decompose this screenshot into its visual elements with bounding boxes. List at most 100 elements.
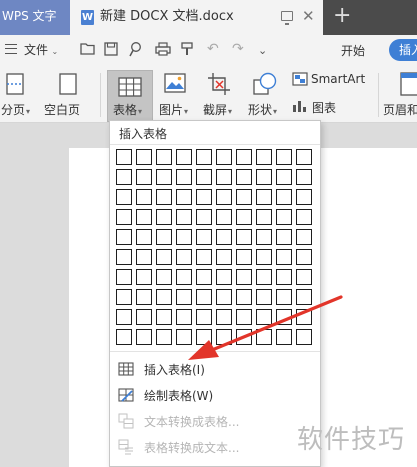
table-grid-cell[interactable] — [216, 189, 232, 205]
table-grid-cell[interactable] — [276, 329, 292, 345]
screenshot-button[interactable]: 截屏▾ — [201, 65, 247, 123]
tab-document[interactable]: W 新建 DOCX 文档.docx ✕ — [70, 0, 323, 35]
table-grid-cell[interactable] — [136, 249, 152, 265]
table-grid-cell[interactable] — [196, 209, 212, 225]
table-grid-cell[interactable] — [236, 229, 252, 245]
customize-toolbar-icon[interactable]: ⌄ — [258, 42, 267, 59]
table-grid-cell[interactable] — [236, 269, 252, 285]
table-grid-cell[interactable] — [256, 329, 272, 345]
table-grid-cell[interactable] — [136, 209, 152, 225]
table-grid-cell[interactable] — [136, 309, 152, 325]
table-grid-cell[interactable] — [296, 149, 312, 165]
table-grid-cell[interactable] — [116, 309, 132, 325]
smartart-button[interactable]: SmartArt — [290, 70, 370, 90]
file-menu[interactable]: 文件 ⌄ — [24, 41, 58, 58]
table-grid-cell[interactable] — [296, 169, 312, 185]
table-grid-cell[interactable] — [256, 249, 272, 265]
table-grid-cell[interactable] — [276, 229, 292, 245]
table-grid-cell[interactable] — [256, 289, 272, 305]
table-size-grid[interactable] — [116, 149, 318, 346]
open-folder-icon[interactable] — [80, 42, 96, 56]
table-grid-cell[interactable] — [296, 309, 312, 325]
table-grid-cell[interactable] — [116, 189, 132, 205]
menu-icon[interactable] — [5, 44, 17, 54]
table-grid-cell[interactable] — [196, 189, 212, 205]
table-grid-cell[interactable] — [176, 289, 192, 305]
table-grid-cell[interactable] — [296, 269, 312, 285]
table-grid-cell[interactable] — [216, 229, 232, 245]
table-grid-cell[interactable] — [156, 309, 172, 325]
table-grid-cell[interactable] — [196, 149, 212, 165]
table-grid-cell[interactable] — [256, 269, 272, 285]
picture-button[interactable]: 图片▾ — [156, 65, 202, 123]
table-grid-cell[interactable] — [276, 269, 292, 285]
table-grid-cell[interactable] — [216, 169, 232, 185]
table-grid-cell[interactable] — [116, 169, 132, 185]
tab-wps-writer[interactable]: WPS 文字 — [0, 0, 70, 35]
table-grid-cell[interactable] — [296, 249, 312, 265]
table-grid-cell[interactable] — [176, 269, 192, 285]
new-tab-button[interactable]: + — [333, 0, 351, 32]
table-grid-cell[interactable] — [136, 189, 152, 205]
header-footer-button[interactable]: 页眉和 — [382, 65, 417, 123]
monitor-icon[interactable] — [281, 11, 293, 25]
table-grid-cell[interactable] — [236, 209, 252, 225]
table-grid-cell[interactable] — [116, 209, 132, 225]
table-grid-cell[interactable] — [236, 149, 252, 165]
draw-table-item[interactable]: 绘制表格(W) — [110, 382, 320, 409]
shape-button[interactable]: 形状▾ — [246, 65, 288, 123]
table-grid-cell[interactable] — [256, 189, 272, 205]
redo-icon[interactable]: ↷ — [232, 41, 244, 58]
table-grid-cell[interactable] — [216, 309, 232, 325]
blank-page-button[interactable]: 空白页 — [44, 65, 94, 123]
table-grid-cell[interactable] — [136, 269, 152, 285]
table-grid-cell[interactable] — [116, 249, 132, 265]
table-grid-cell[interactable] — [256, 149, 272, 165]
table-grid-cell[interactable] — [176, 189, 192, 205]
table-grid-cell[interactable] — [136, 229, 152, 245]
table-grid-cell[interactable] — [176, 309, 192, 325]
table-grid-cell[interactable] — [136, 289, 152, 305]
undo-icon[interactable]: ↶ — [207, 41, 219, 58]
table-grid-cell[interactable] — [196, 329, 212, 345]
table-grid-cell[interactable] — [156, 189, 172, 205]
table-grid-cell[interactable] — [216, 269, 232, 285]
table-grid-cell[interactable] — [276, 189, 292, 205]
table-grid-cell[interactable] — [156, 149, 172, 165]
table-grid-cell[interactable] — [236, 309, 252, 325]
table-grid-cell[interactable] — [116, 329, 132, 345]
table-grid-cell[interactable] — [256, 209, 272, 225]
table-grid-cell[interactable] — [136, 329, 152, 345]
table-grid-cell[interactable] — [296, 209, 312, 225]
table-grid-cell[interactable] — [156, 209, 172, 225]
table-grid-cell[interactable] — [216, 149, 232, 165]
text-to-table-item[interactable]: 文本转换成表格... — [110, 408, 320, 435]
table-button[interactable]: 表格▾ — [107, 70, 153, 122]
table-grid-cell[interactable] — [296, 189, 312, 205]
chart-button[interactable]: 图表 — [290, 97, 350, 117]
table-grid-cell[interactable] — [196, 289, 212, 305]
table-grid-cell[interactable] — [256, 229, 272, 245]
table-grid-cell[interactable] — [236, 249, 252, 265]
table-grid-cell[interactable] — [176, 229, 192, 245]
print-icon[interactable] — [155, 42, 171, 56]
table-grid-cell[interactable] — [236, 289, 252, 305]
table-grid-cell[interactable] — [276, 309, 292, 325]
table-grid-cell[interactable] — [216, 289, 232, 305]
table-grid-cell[interactable] — [296, 229, 312, 245]
table-grid-cell[interactable] — [216, 249, 232, 265]
table-grid-cell[interactable] — [176, 329, 192, 345]
table-grid-cell[interactable] — [236, 329, 252, 345]
table-grid-cell[interactable] — [156, 329, 172, 345]
table-grid-cell[interactable] — [196, 229, 212, 245]
print-preview-icon[interactable] — [129, 41, 143, 57]
table-grid-cell[interactable] — [156, 229, 172, 245]
table-grid-cell[interactable] — [216, 329, 232, 345]
page-break-button[interactable]: 分页▾ — [0, 65, 40, 123]
table-grid-cell[interactable] — [296, 289, 312, 305]
table-grid-cell[interactable] — [176, 209, 192, 225]
table-grid-cell[interactable] — [196, 249, 212, 265]
table-grid-cell[interactable] — [196, 269, 212, 285]
table-grid-cell[interactable] — [116, 149, 132, 165]
table-grid-cell[interactable] — [116, 269, 132, 285]
